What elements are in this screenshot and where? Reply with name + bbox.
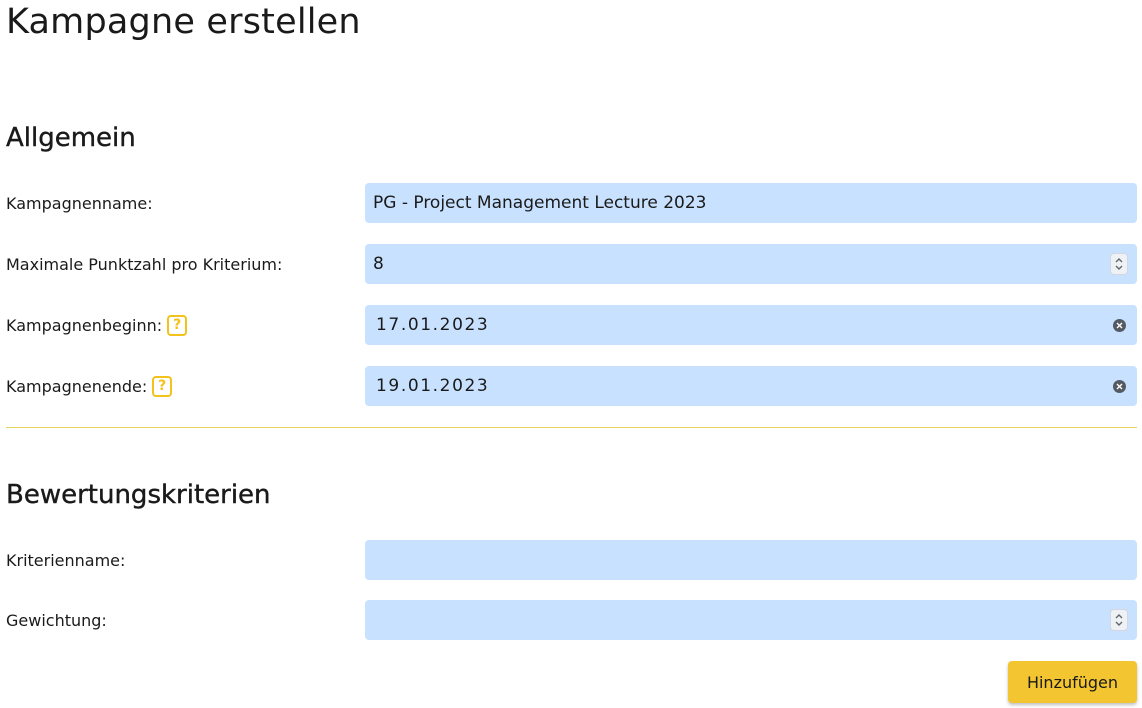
criterion-name-row: Kriterienname:: [6, 540, 1137, 580]
weight-label: Gewichtung:: [6, 600, 107, 640]
criterion-name-label-text: Kriterienname:: [6, 550, 126, 570]
number-spinner-icon[interactable]: [1110, 253, 1128, 275]
campaign-end-row: Kampagnenende: ? 19.01.2023: [6, 366, 1137, 406]
max-points-input[interactable]: 8: [365, 244, 1137, 284]
campaign-start-value: 17.01.2023: [376, 315, 490, 335]
campaign-start-date-input[interactable]: 17.01.2023: [365, 305, 1137, 345]
max-points-value: 8: [373, 254, 384, 274]
page-title: Kampagne erstellen: [6, 2, 361, 42]
weight-input[interactable]: [365, 600, 1137, 640]
section-heading-criteria: Bewertungskriterien: [6, 480, 271, 510]
criterion-name-label: Kriterienname:: [6, 540, 125, 580]
campaign-end-label-text: Kampagnenende:: [6, 376, 148, 396]
weight-label-text: Gewichtung:: [6, 610, 107, 630]
max-points-label-text: Maximale Punktzahl pro Kriterium:: [6, 254, 283, 274]
campaign-start-row: Kampagnenbeginn: ? 17.01.2023: [6, 305, 1137, 345]
weight-row: Gewichtung:: [6, 600, 1137, 640]
max-points-label: Maximale Punktzahl pro Kriterium:: [6, 244, 282, 284]
clear-icon[interactable]: [1113, 380, 1126, 393]
campaign-end-label: Kampagnenende: ?: [6, 366, 173, 406]
section-heading-general: Allgemein: [6, 123, 136, 153]
campaign-name-input[interactable]: PG - Project Management Lecture 2023: [365, 183, 1137, 223]
help-icon[interactable]: ?: [152, 375, 173, 397]
campaign-start-label-text: Kampagnenbeginn:: [6, 315, 163, 335]
add-criterion-button[interactable]: Hinzufügen: [1008, 661, 1137, 703]
max-points-row: Maximale Punktzahl pro Kriterium: 8: [6, 244, 1137, 284]
campaign-name-row: Kampagnenname: PG - Project Management L…: [6, 183, 1137, 223]
section-divider: [6, 427, 1137, 428]
campaign-name-value: PG - Project Management Lecture 2023: [373, 193, 707, 213]
campaign-end-date-input[interactable]: 19.01.2023: [365, 366, 1137, 406]
criterion-name-input[interactable]: [365, 540, 1137, 580]
campaign-end-value: 19.01.2023: [376, 376, 490, 396]
create-campaign-page: Kampagne erstellen Allgemein Kampagnenna…: [0, 0, 1142, 708]
campaign-start-label: Kampagnenbeginn: ?: [6, 305, 188, 345]
campaign-name-label-text: Kampagnenname:: [6, 193, 153, 213]
help-icon[interactable]: ?: [167, 314, 188, 336]
clear-icon[interactable]: [1113, 319, 1126, 332]
campaign-name-label: Kampagnenname:: [6, 183, 153, 223]
number-spinner-icon[interactable]: [1110, 609, 1128, 631]
